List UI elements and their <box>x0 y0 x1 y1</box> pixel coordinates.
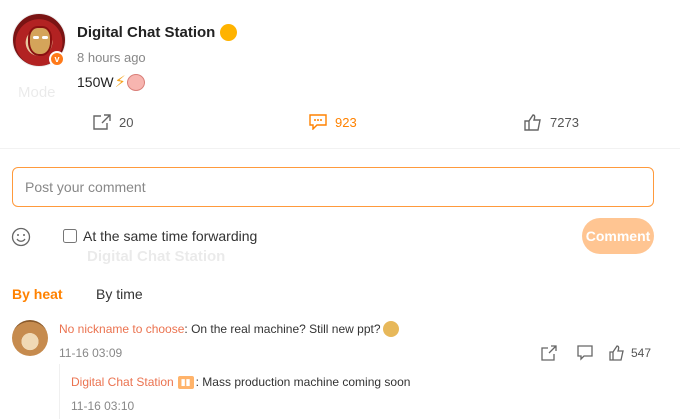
smiling-emoji-icon <box>220 24 237 41</box>
like-button[interactable]: 7273 <box>524 114 579 131</box>
commenter-avatar[interactable] <box>12 320 48 356</box>
ghost-author: Digital Chat Station <box>87 248 226 265</box>
comment-icon <box>309 114 327 130</box>
like-count: 7273 <box>550 115 579 130</box>
forward-button[interactable]: 20 <box>93 114 133 130</box>
post-content: 150W ⚡ <box>77 72 145 92</box>
avatar-eye-left <box>33 36 39 39</box>
reply-time: 11-16 03:10 <box>71 399 135 413</box>
thumbs-up-icon <box>609 345 624 361</box>
reply-block: Digital Chat Station ▮▮ : Mass productio… <box>59 364 680 419</box>
forward-checkbox[interactable] <box>63 229 77 243</box>
comment-line: No nickname to choose : On the real mach… <box>59 321 399 337</box>
reply-text: : Mass production machine coming soon <box>195 375 411 389</box>
tab-by-heat[interactable]: By heat <box>12 286 63 302</box>
forward-label: At the same time forwarding <box>83 228 258 244</box>
avatar-eye-right <box>42 36 48 39</box>
forward-option[interactable]: At the same time forwarding <box>63 228 257 244</box>
forward-count: 20 <box>119 114 134 130</box>
reply-icon[interactable] <box>577 345 593 361</box>
comment-time: 11-16 03:09 <box>59 346 123 360</box>
post-time: 8 hours ago <box>77 50 146 65</box>
commenter-name[interactable]: No nickname to choose <box>59 322 184 336</box>
comment-like-count: 547 <box>631 346 652 360</box>
doge-emoji-icon <box>382 321 399 337</box>
divider <box>0 148 680 149</box>
thumbs-up-icon <box>524 114 541 131</box>
comment-count: 923 <box>335 114 357 130</box>
lightning-icon: ⚡ <box>114 74 126 91</box>
author-name[interactable]: Digital Chat Station <box>77 24 215 41</box>
post-text: 150W <box>77 74 114 90</box>
reply-line: Digital Chat Station ▮▮ : Mass productio… <box>71 375 410 389</box>
comment-input[interactable] <box>12 167 654 207</box>
post-card: v Digital Chat Station 8 hours ago 150W … <box>0 0 680 160</box>
comment-text: : On the real machine? Still new ppt? <box>184 322 381 336</box>
avatar-face <box>28 26 52 56</box>
verified-icon: v <box>49 51 65 67</box>
share-icon <box>93 114 111 130</box>
comment-count-button[interactable]: 923 <box>309 114 357 130</box>
pig-emoji-icon <box>126 73 145 91</box>
comment-submit-button[interactable]: Comment <box>582 218 654 254</box>
emoji-icon[interactable] <box>11 227 31 247</box>
share-icon[interactable] <box>541 345 557 361</box>
author-tag-icon: ▮▮ <box>177 375 194 389</box>
comment-like-button[interactable]: 547 <box>609 345 651 361</box>
reply-author-name[interactable]: Digital Chat Station <box>71 375 174 389</box>
tab-by-time[interactable]: By time <box>96 286 143 302</box>
